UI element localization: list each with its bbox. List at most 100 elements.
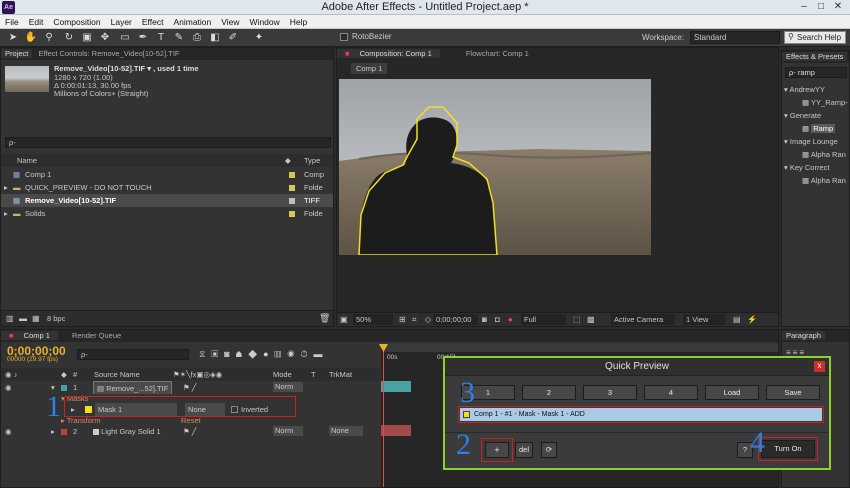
- effects-item[interactable]: ▦ Ramp: [782, 122, 849, 135]
- grid-icon[interactable]: ⌗: [412, 315, 417, 325]
- layer-switches[interactable]: ⚑ ╱: [183, 425, 196, 438]
- layer-duration-bar[interactable]: [381, 381, 411, 392]
- camera-dropdown[interactable]: Active Camera: [611, 314, 675, 325]
- camera-tool-icon[interactable]: ▣: [80, 31, 94, 45]
- menu-effect[interactable]: Effect: [137, 15, 169, 29]
- mask-visibility-icon[interactable]: ◇: [425, 315, 431, 324]
- effects-group[interactable]: ▾ Key Correct: [782, 161, 849, 174]
- always-preview-icon[interactable]: ▣: [340, 315, 348, 324]
- project-item[interactable]: ▸ ▬ QUICK_PREVIEW - DO NOT TOUCH Folde: [1, 181, 333, 194]
- eye-icon[interactable]: ◉: [5, 381, 12, 394]
- trash-icon[interactable]: 🗑: [319, 313, 330, 324]
- rotobezier-checkbox[interactable]: [340, 33, 348, 41]
- effects-item[interactable]: ▦ Alpha Ran: [782, 174, 849, 187]
- col-source-name[interactable]: Source Name: [94, 368, 140, 381]
- col-trkmat[interactable]: TrkMat: [329, 368, 352, 381]
- resolution-dropdown[interactable]: Full: [521, 314, 566, 325]
- tab-comp-1[interactable]: ■ Comp 1: [1, 331, 58, 340]
- layer-row[interactable]: ◉ ▸ 2 Light Gray Solid 1 ⚑ ╱ Norm None: [1, 425, 379, 438]
- zoom-tool-icon[interactable]: ⚲: [42, 31, 56, 45]
- work-area-bar[interactable]: [383, 344, 778, 352]
- timeline-switches-toolbar[interactable]: ⧖▣◙☗◆●▥◉⏱▬: [199, 349, 329, 360]
- safe-margins-icon[interactable]: ⊞: [399, 315, 406, 324]
- comp-breadcrumb[interactable]: Comp 1: [351, 63, 388, 74]
- col-type[interactable]: Type: [304, 154, 320, 167]
- expand-arrow-icon[interactable]: ▸: [4, 181, 8, 194]
- bpc-label[interactable]: 8 bpc: [47, 314, 65, 323]
- effects-item[interactable]: ▦ Alpha Ran: [782, 148, 849, 161]
- layer-mode-dropdown[interactable]: Norm: [273, 382, 303, 392]
- close-button[interactable]: ✕: [830, 1, 846, 13]
- hand-tool-icon[interactable]: ✋: [24, 31, 38, 45]
- col-name[interactable]: Name: [17, 154, 37, 167]
- workspace-dropdown[interactable]: Standard: [690, 31, 780, 44]
- project-search-input[interactable]: ρ-: [5, 137, 331, 148]
- text-tool-icon[interactable]: T: [154, 31, 168, 45]
- comp-viewer-frame[interactable]: [339, 79, 651, 255]
- col-t[interactable]: T: [311, 368, 316, 381]
- clone-stamp-tool-icon[interactable]: ⎙: [190, 31, 204, 45]
- layer-duration-bar[interactable]: [381, 425, 411, 436]
- timeline-search-input[interactable]: ρ-: [77, 349, 189, 360]
- transparency-grid-icon[interactable]: ▩: [587, 315, 595, 324]
- tab-effects-presets[interactable]: Effects & Presets: [782, 52, 848, 61]
- comp-timecode[interactable]: 0;00;00;00: [433, 314, 478, 325]
- puppet-pin-tool-icon[interactable]: ✦: [252, 31, 266, 45]
- refresh-button[interactable]: ⟳: [541, 442, 557, 458]
- expand-arrow-icon[interactable]: ▸: [4, 207, 8, 220]
- menu-help[interactable]: Help: [285, 15, 312, 29]
- minimize-button[interactable]: –: [796, 1, 812, 13]
- tab-paragraph[interactable]: Paragraph: [782, 331, 826, 340]
- save-button[interactable]: Save: [766, 385, 820, 400]
- roto-brush-tool-icon[interactable]: ✐: [226, 31, 240, 45]
- slot-4-button[interactable]: 4: [644, 385, 698, 400]
- layer-mode-dropdown[interactable]: Norm: [273, 426, 303, 436]
- interpret-footage-icon[interactable]: ▥: [6, 314, 14, 323]
- project-item[interactable]: ▦ Comp 1 Comp: [1, 168, 333, 181]
- view-layout-dropdown[interactable]: 1 View: [683, 314, 725, 325]
- fast-previews-icon[interactable]: ⚡: [747, 315, 757, 324]
- maximize-button[interactable]: □: [813, 1, 829, 13]
- effects-item[interactable]: ▦ YY_Ramp-: [782, 96, 849, 109]
- brush-tool-icon[interactable]: ✎: [172, 31, 186, 45]
- project-item[interactable]: ▤ Remove_Video[10-52].TIF TIFF: [1, 194, 333, 207]
- show-snapshot-icon[interactable]: ◘: [495, 315, 500, 324]
- new-folder-icon[interactable]: ▬: [19, 314, 27, 323]
- pen-tool-icon[interactable]: ✒: [136, 31, 150, 45]
- layer-label-swatch[interactable]: [61, 429, 67, 435]
- eraser-tool-icon[interactable]: ◧: [208, 31, 222, 45]
- effects-group[interactable]: ▾ Generate: [782, 109, 849, 122]
- menu-file[interactable]: File: [0, 15, 24, 29]
- menu-layer[interactable]: Layer: [106, 15, 137, 29]
- add-button[interactable]: +: [485, 442, 509, 458]
- zoom-dropdown[interactable]: 50%: [353, 314, 393, 325]
- menu-composition[interactable]: Composition: [48, 15, 105, 29]
- load-button[interactable]: Load: [705, 385, 759, 400]
- expand-arrow-icon[interactable]: ▸: [51, 425, 55, 438]
- tab-composition[interactable]: ■ Composition: Comp 1: [337, 49, 440, 58]
- effects-search-input[interactable]: ρ- ramp: [785, 67, 847, 78]
- channel-icon[interactable]: ●: [508, 315, 513, 324]
- toggle-pixel-aspect-icon[interactable]: ▤: [733, 315, 741, 324]
- region-of-interest-icon[interactable]: ⬚: [573, 315, 581, 324]
- rectangle-tool-icon[interactable]: ▭: [118, 31, 132, 45]
- project-item[interactable]: ▸ ▬ Solids Folde: [1, 207, 333, 220]
- layer-label-swatch[interactable]: [61, 385, 67, 391]
- tab-render-queue[interactable]: Render Queue: [68, 331, 125, 340]
- effects-group[interactable]: ▾ AndrewYY: [782, 83, 849, 96]
- slot-2-button[interactable]: 2: [522, 385, 576, 400]
- current-time-indicator[interactable]: [383, 344, 384, 487]
- snapshot-icon[interactable]: ◙: [482, 315, 487, 324]
- layer-name[interactable]: ▤ Remove_...52].TIF: [93, 381, 173, 394]
- preview-item-checkbox[interactable]: [463, 411, 470, 418]
- tab-flowchart[interactable]: Flowchart: Comp 1: [462, 49, 533, 58]
- pan-behind-tool-icon[interactable]: ✥: [98, 31, 112, 45]
- eye-icon[interactable]: ◉: [5, 425, 12, 438]
- tab-project[interactable]: Project: [1, 49, 33, 58]
- rotate-tool-icon[interactable]: ↻: [62, 31, 76, 45]
- menu-animation[interactable]: Animation: [168, 15, 216, 29]
- layer-name[interactable]: Light Gray Solid 1: [93, 425, 161, 438]
- effects-group[interactable]: ▾ Image Lounge: [782, 135, 849, 148]
- menu-view[interactable]: View: [216, 15, 244, 29]
- menu-edit[interactable]: Edit: [24, 15, 49, 29]
